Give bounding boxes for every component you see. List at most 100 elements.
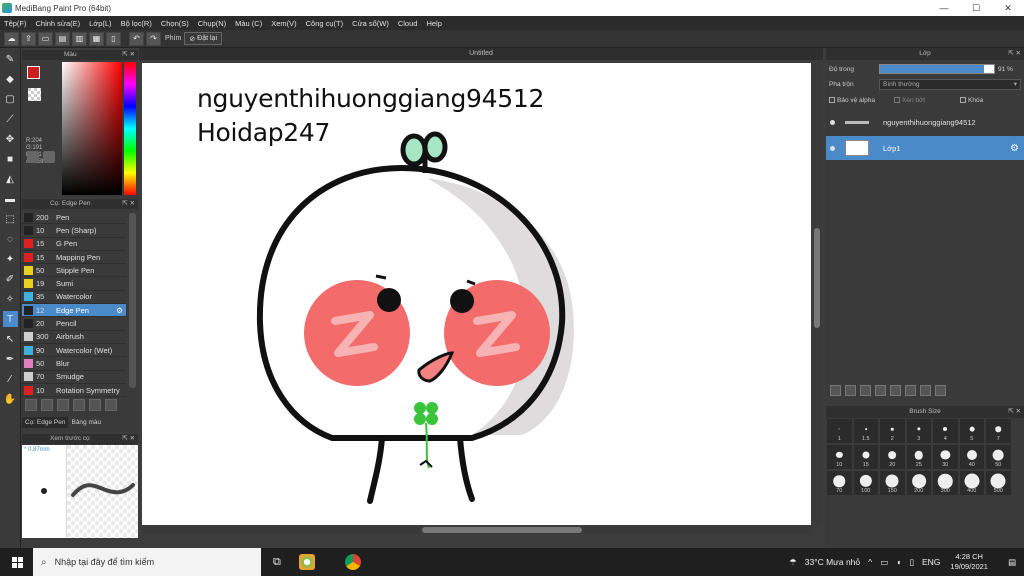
menu-cloud[interactable]: Cloud [398, 19, 418, 28]
brush-settings-icon[interactable] [73, 399, 85, 411]
brush-size-cell[interactable]: 300 [932, 470, 959, 496]
brush-item[interactable]: 70 Smudge [22, 371, 126, 384]
new-8bit-layer-icon[interactable] [860, 385, 871, 396]
panel-close-icon[interactable]: ⇱ ✕ [122, 199, 135, 209]
brush-item[interactable]: 200 Pen [22, 211, 126, 225]
volume-icon[interactable]: ◖ [896, 557, 901, 567]
gradient-tool-icon[interactable]: ▬ [3, 191, 18, 207]
windows-start-icon[interactable] [12, 556, 23, 568]
brush-item[interactable]: 15 Mapping Pen [22, 251, 126, 265]
brush-size-cell[interactable]: 1 [826, 418, 853, 444]
eraser-tool-icon[interactable]: ◆ [3, 71, 18, 87]
brush-item[interactable]: 10 Rotation Symmetry [22, 384, 126, 398]
maximize-button[interactable]: ☐ [960, 3, 992, 14]
protect-alpha-checkbox[interactable] [829, 97, 835, 104]
visibility-eye-icon[interactable] [830, 145, 835, 151]
brush-size-cell[interactable]: 40 [958, 444, 985, 470]
brush-size-cell[interactable]: 3 [905, 418, 932, 444]
brush-tool-icon[interactable]: ✎ [3, 51, 18, 67]
grid-icon[interactable]: ▦ [89, 31, 104, 46]
undo-button[interactable]: ↶ [129, 31, 144, 46]
menu-select[interactable]: Chọn(S) [161, 19, 189, 28]
brush-size-cell[interactable]: 4 [932, 418, 959, 444]
menu-layer[interactable]: Lớp(L) [89, 19, 111, 28]
menu-window[interactable]: Cửa sổ(W) [352, 19, 389, 28]
brush-size-cell[interactable]: 15 [852, 444, 879, 470]
palette-icon[interactable] [27, 151, 39, 163]
clock[interactable]: 4:28 CH 19/09/2021 [950, 552, 988, 572]
select-rect-icon[interactable]: ⬚ [3, 211, 18, 227]
panel-close-icon[interactable]: ⇱ ✕ [1008, 406, 1021, 418]
foreground-color-swatch[interactable] [27, 66, 40, 79]
clipping-checkbox[interactable] [894, 97, 900, 104]
minimize-button[interactable]: — [928, 3, 960, 14]
visibility-eye-icon[interactable] [830, 119, 835, 125]
brush-copy-icon[interactable] [105, 399, 117, 411]
eyedropper-tool-icon[interactable]: ⁄ [3, 371, 18, 387]
brush-list-scrollbar[interactable] [129, 213, 136, 388]
panel-icon[interactable]: ▥ [72, 31, 87, 46]
new-halftone-layer-icon[interactable] [845, 385, 856, 396]
network-icon[interactable]: ▭ [880, 557, 888, 568]
opacity-slider[interactable] [879, 64, 995, 74]
brush-size-cell[interactable]: 10 [826, 444, 853, 470]
tab-palette[interactable]: Bảng màu [68, 417, 104, 428]
select-pen-icon[interactable]: ✐ [3, 271, 18, 287]
notification-icon[interactable]: ▤ [1008, 557, 1016, 568]
protect-alpha-option[interactable]: Bảo vệ alpha [829, 97, 875, 104]
new-layer-icon[interactable] [830, 385, 841, 396]
merge-layer-icon[interactable] [920, 385, 931, 396]
layer-item[interactable]: nguyenthihuonggiang94512 [826, 110, 1024, 134]
brush-size-cell[interactable]: 30 [932, 444, 959, 470]
add-brush-icon[interactable] [41, 399, 53, 411]
menu-color[interactable]: Màu (C) [235, 19, 262, 28]
reset-button[interactable]: ⊘ Đặt lại [184, 32, 222, 45]
language-indicator[interactable]: ENG [922, 557, 940, 567]
cloud-brush-icon[interactable] [25, 399, 37, 411]
brush-size-cell[interactable]: 5 [958, 418, 985, 444]
menu-tool[interactable]: Công cụ(T) [306, 19, 344, 28]
chrome-taskbar-icon[interactable] [344, 554, 361, 570]
blend-mode-select[interactable]: Bình thường ▾ [879, 79, 1021, 90]
canvas-vertical-scrollbar[interactable] [813, 63, 821, 525]
shape-tool-icon[interactable]: ■ [3, 151, 18, 167]
hue-slider[interactable] [124, 62, 136, 195]
page-icon[interactable]: ▯ [106, 31, 121, 46]
saturation-value-picker[interactable] [62, 62, 122, 195]
medibang-taskbar-icon[interactable] [298, 554, 315, 570]
weather-text[interactable]: 33°C Mưa nhỏ [805, 557, 860, 567]
cloud-icon[interactable]: ☁ [4, 31, 19, 46]
brush-size-cell[interactable]: 70 [826, 470, 853, 496]
layer-item-active[interactable]: Lớp1 ⚙ [826, 136, 1024, 160]
brush-size-cell[interactable]: 150 [879, 470, 906, 496]
brush-item[interactable]: 50 Blur [22, 357, 126, 371]
line-tool-icon[interactable]: ⟋ [3, 111, 18, 127]
brush-item[interactable]: 50 Stipple Pen [22, 264, 126, 278]
document-tab[interactable]: Untitled [139, 48, 823, 60]
hand-tool-icon[interactable]: ✋ [3, 391, 18, 407]
menu-view[interactable]: Xem(V) [271, 19, 296, 28]
duplicate-layer-icon[interactable] [905, 385, 916, 396]
brush-menu-icon[interactable] [57, 399, 69, 411]
taskbar-search[interactable]: ⌕ Nhập tại đây để tìm kiếm [33, 548, 261, 576]
lasso-tool-icon[interactable]: ◌ [3, 231, 18, 247]
tab-brush[interactable]: Cọ: Edge Pen [22, 417, 69, 428]
brush-folder-icon[interactable] [89, 399, 101, 411]
brush-size-cell[interactable]: 20 [879, 444, 906, 470]
panel-close-icon[interactable]: ⇱ ✕ [1008, 48, 1021, 60]
brush-size-cell[interactable]: 25 [905, 444, 932, 470]
layer-toggle-icon[interactable]: ▤ [55, 31, 70, 46]
brush-item[interactable]: 90 Watercolor (Wet) [22, 344, 126, 358]
tray-chevron-icon[interactable]: ^ [868, 557, 872, 567]
menu-filter[interactable]: Bộ lọc(R) [121, 19, 152, 28]
brush-size-cell[interactable]: 400 [958, 470, 985, 496]
text-tool-icon[interactable]: T [2, 311, 18, 327]
menu-help[interactable]: Help [426, 19, 441, 28]
bucket-tool-icon[interactable]: ◭ [3, 171, 18, 187]
divide-tool-icon[interactable]: ✒ [3, 351, 18, 367]
brush-size-cell[interactable]: 1.5 [852, 418, 879, 444]
move-tool-icon[interactable]: ✥ [3, 131, 18, 147]
lock-checkbox[interactable] [960, 97, 966, 104]
brush-size-cell[interactable]: 7 [985, 418, 1012, 444]
panel-close-icon[interactable]: ⇱ ✕ [122, 50, 135, 60]
